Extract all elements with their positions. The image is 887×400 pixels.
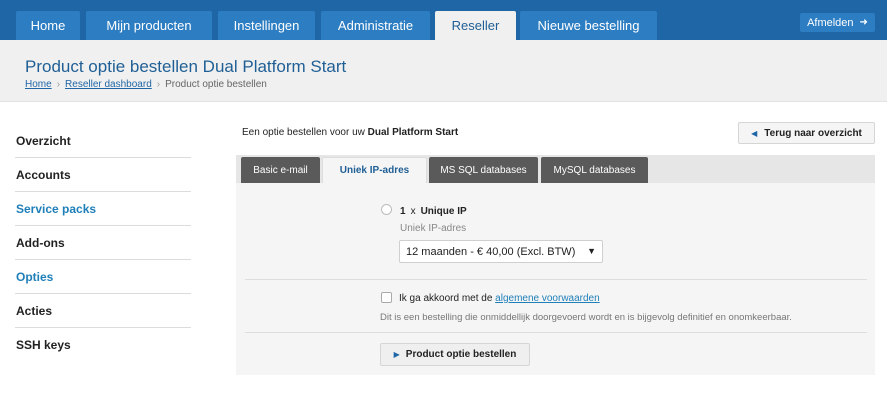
- sidebar-item-opties[interactable]: Opties: [15, 260, 191, 294]
- nav-tab-label: Administratie: [337, 18, 414, 33]
- option-name: Unique IP: [420, 206, 467, 217]
- caret-down-icon: ▼: [587, 246, 596, 256]
- option-quantity-line: 1 x Unique IP: [400, 206, 467, 217]
- sidebar-item-accounts[interactable]: Accounts: [15, 158, 191, 192]
- sidebar-item-acties[interactable]: Acties: [15, 294, 191, 328]
- nav-tab-instellingen[interactable]: Instellingen: [218, 11, 315, 40]
- tab-basic-email[interactable]: Basic e-mail: [241, 157, 320, 183]
- logout-label: Afmelden: [807, 16, 854, 29]
- triangle-left-icon: ◀: [751, 128, 758, 138]
- divider: [245, 332, 867, 333]
- sidebar-item-ssh-keys[interactable]: SSH keys: [15, 328, 191, 362]
- logout-button[interactable]: Afmelden ➜: [800, 13, 875, 32]
- sidebar-item-service-packs[interactable]: Service packs: [15, 192, 191, 226]
- tab-label: MySQL databases: [553, 164, 636, 176]
- back-label: Terug naar overzicht: [764, 127, 862, 139]
- nav-tab-administratie[interactable]: Administratie: [321, 11, 430, 40]
- nav-tab-nieuwe-bestelling[interactable]: Nieuwe bestelling: [520, 11, 657, 40]
- breadcrumb-separator: ›: [156, 79, 161, 90]
- terms-link[interactable]: algemene voorwaarden: [495, 293, 600, 304]
- disclaimer-text: Dit is een bestelling die onmiddellijk d…: [380, 312, 792, 323]
- option-radio[interactable]: [381, 204, 392, 215]
- arrow-right-icon: ➜: [859, 17, 868, 28]
- agree-checkbox[interactable]: [381, 292, 392, 303]
- nav-tab-label: Mijn producten: [106, 18, 192, 33]
- period-selected-value: 12 maanden - € 40,00 (Excl. BTW): [406, 245, 576, 258]
- tab-label: Basic e-mail: [253, 164, 308, 176]
- tab-ms-sql-databases[interactable]: MS SQL databases: [429, 157, 538, 183]
- divider: [245, 279, 867, 280]
- option-quantity: 1: [400, 206, 406, 217]
- breadcrumb: Home › Reseller dashboard › Product opti…: [25, 79, 267, 90]
- back-to-overview-button[interactable]: ◀ Terug naar overzicht: [738, 122, 875, 144]
- sidebar: Overzicht Accounts Service packs Add-ons…: [15, 124, 191, 362]
- tab-label: MS SQL databases: [440, 164, 527, 176]
- intro-prefix: Een optie bestellen voor uw: [242, 127, 365, 138]
- page-header: Product optie bestellen Dual Platform St…: [0, 40, 887, 102]
- nav-tab-label: Home: [30, 18, 66, 33]
- agree-prefix: Ik ga akkoord met de: [399, 293, 493, 304]
- option-times: x: [410, 206, 416, 217]
- sidebar-item-overzicht[interactable]: Overzicht: [15, 124, 191, 158]
- nav-tab-label: Nieuwe bestelling: [537, 18, 640, 33]
- intro-product: Dual Platform Start: [367, 127, 459, 138]
- breadcrumb-current: Product optie bestellen: [165, 79, 267, 90]
- tab-mysql-databases[interactable]: MySQL databases: [541, 157, 648, 183]
- agree-label: Ik ga akkoord met de algemene voorwaarde…: [399, 293, 600, 304]
- nav-tab-home[interactable]: Home: [16, 11, 80, 40]
- period-select[interactable]: 12 maanden - € 40,00 (Excl. BTW) ▼: [399, 240, 603, 263]
- option-tabbar: Basic e-mail Uniek IP-adres MS SQL datab…: [236, 155, 875, 183]
- page-title: Product optie bestellen Dual Platform St…: [25, 57, 347, 76]
- nav-tab-label: Instellingen: [233, 18, 300, 33]
- order-label: Product optie bestellen: [405, 349, 517, 360]
- sidebar-item-add-ons[interactable]: Add-ons: [15, 226, 191, 260]
- nav-tab-label: Reseller: [451, 18, 500, 33]
- nav-tab-reseller[interactable]: Reseller: [435, 11, 516, 40]
- tab-label: Uniek IP-adres: [339, 165, 410, 176]
- option-sublabel: Uniek IP-adres: [400, 223, 467, 234]
- triangle-right-icon: ▶: [393, 350, 400, 359]
- nav-tab-mijn-producten[interactable]: Mijn producten: [86, 11, 212, 40]
- top-navigation: Home Mijn producten Instellingen Adminis…: [0, 0, 887, 40]
- tab-uniek-ip-adres[interactable]: Uniek IP-adres: [322, 157, 427, 183]
- breadcrumb-reseller-dashboard[interactable]: Reseller dashboard: [65, 79, 152, 90]
- breadcrumb-separator: ›: [56, 79, 61, 90]
- intro-text: Een optie bestellen voor uw Dual Platfor…: [242, 127, 458, 138]
- breadcrumb-home[interactable]: Home: [25, 79, 52, 90]
- order-product-option-button[interactable]: ▶ Product optie bestellen: [380, 343, 530, 366]
